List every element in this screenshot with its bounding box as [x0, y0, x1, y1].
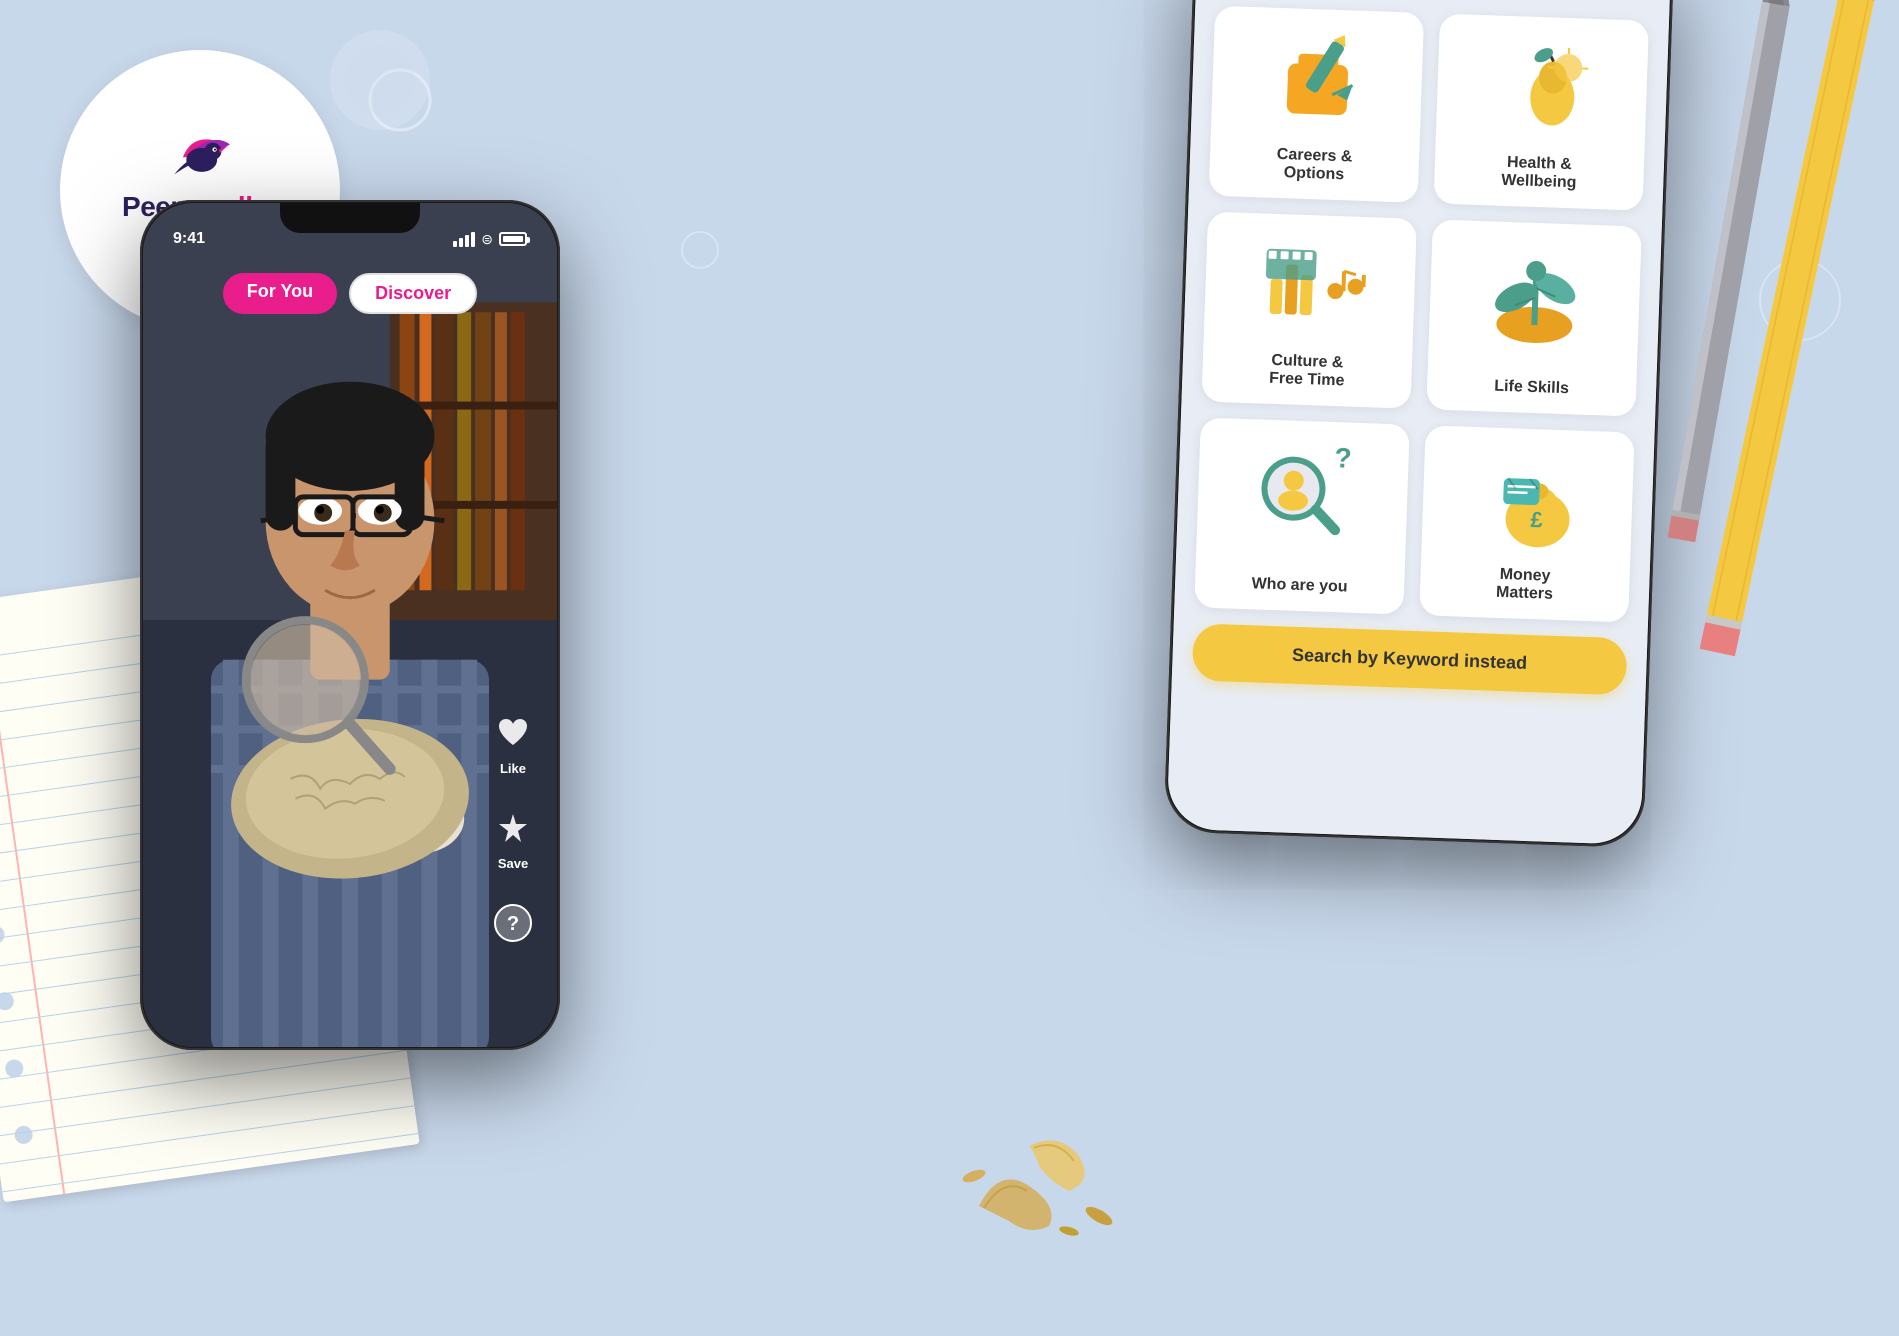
- svg-text:£: £: [1530, 507, 1544, 532]
- search-keyword-button[interactable]: Search by Keyword instead: [1192, 623, 1628, 695]
- lifeskills-label: Life Skills: [1494, 378, 1569, 399]
- whoareyou-card[interactable]: ? Who are you: [1194, 417, 1410, 614]
- culture-icon-area: [1243, 223, 1377, 347]
- help-button[interactable]: ?: [489, 899, 537, 947]
- save-button[interactable]: Save: [489, 804, 537, 871]
- health-label: Health & Wellbeing: [1501, 154, 1577, 193]
- careers-label: Careers & Options: [1276, 146, 1353, 185]
- phone2-device: Careers & Options: [1163, 0, 1674, 848]
- star-icon: [489, 804, 537, 852]
- pencil-shavings: [949, 1126, 1129, 1256]
- signal-icon: [453, 232, 475, 247]
- tab-discover[interactable]: Discover: [349, 273, 477, 314]
- side-actions: Like Save ?: [489, 709, 537, 947]
- like-button[interactable]: Like: [489, 709, 537, 776]
- status-icons: ⊜: [453, 231, 527, 248]
- culture-label: Culture & Free Time: [1269, 352, 1346, 391]
- like-label: Like: [500, 761, 526, 776]
- help-icon: ?: [489, 899, 537, 947]
- save-label: Save: [498, 856, 528, 871]
- battery-icon: [499, 232, 527, 246]
- money-icon-area: £: [1461, 437, 1595, 561]
- health-card[interactable]: Health & Wellbeing: [1434, 14, 1650, 211]
- feed-tabs: For You Discover: [143, 273, 557, 314]
- money-label: Money Matters: [1496, 566, 1554, 604]
- whoareyou-label: Who are you: [1251, 575, 1348, 596]
- phone2-screen: Careers & Options: [1167, 0, 1672, 845]
- health-icon-area: [1475, 25, 1609, 149]
- category-grid: Careers & Options: [1194, 6, 1649, 623]
- lifeskills-icon-area: [1468, 231, 1602, 355]
- wifi-icon: ⊜: [481, 231, 493, 248]
- lifeskills-card[interactable]: Life Skills: [1426, 219, 1642, 416]
- logo-bird-icon: [160, 123, 240, 183]
- whoareyou-icon-area: ?: [1236, 429, 1370, 553]
- careers-card[interactable]: Careers & Options: [1209, 6, 1425, 203]
- money-card[interactable]: £ Money Matters: [1419, 425, 1635, 622]
- phone1-notch: [280, 203, 420, 233]
- culture-card[interactable]: Culture & Free Time: [1201, 212, 1417, 409]
- tab-foryou[interactable]: For You: [223, 273, 337, 314]
- svg-text:?: ?: [507, 913, 519, 935]
- careers-icon-area: [1250, 17, 1384, 141]
- status-time: 9:41: [173, 230, 205, 248]
- phone1-screen: 9:41 ⊜ For You: [143, 203, 557, 1047]
- svg-text:?: ?: [1334, 442, 1352, 474]
- phone1-device: 9:41 ⊜ For You: [140, 200, 560, 1050]
- heart-icon: [489, 709, 537, 757]
